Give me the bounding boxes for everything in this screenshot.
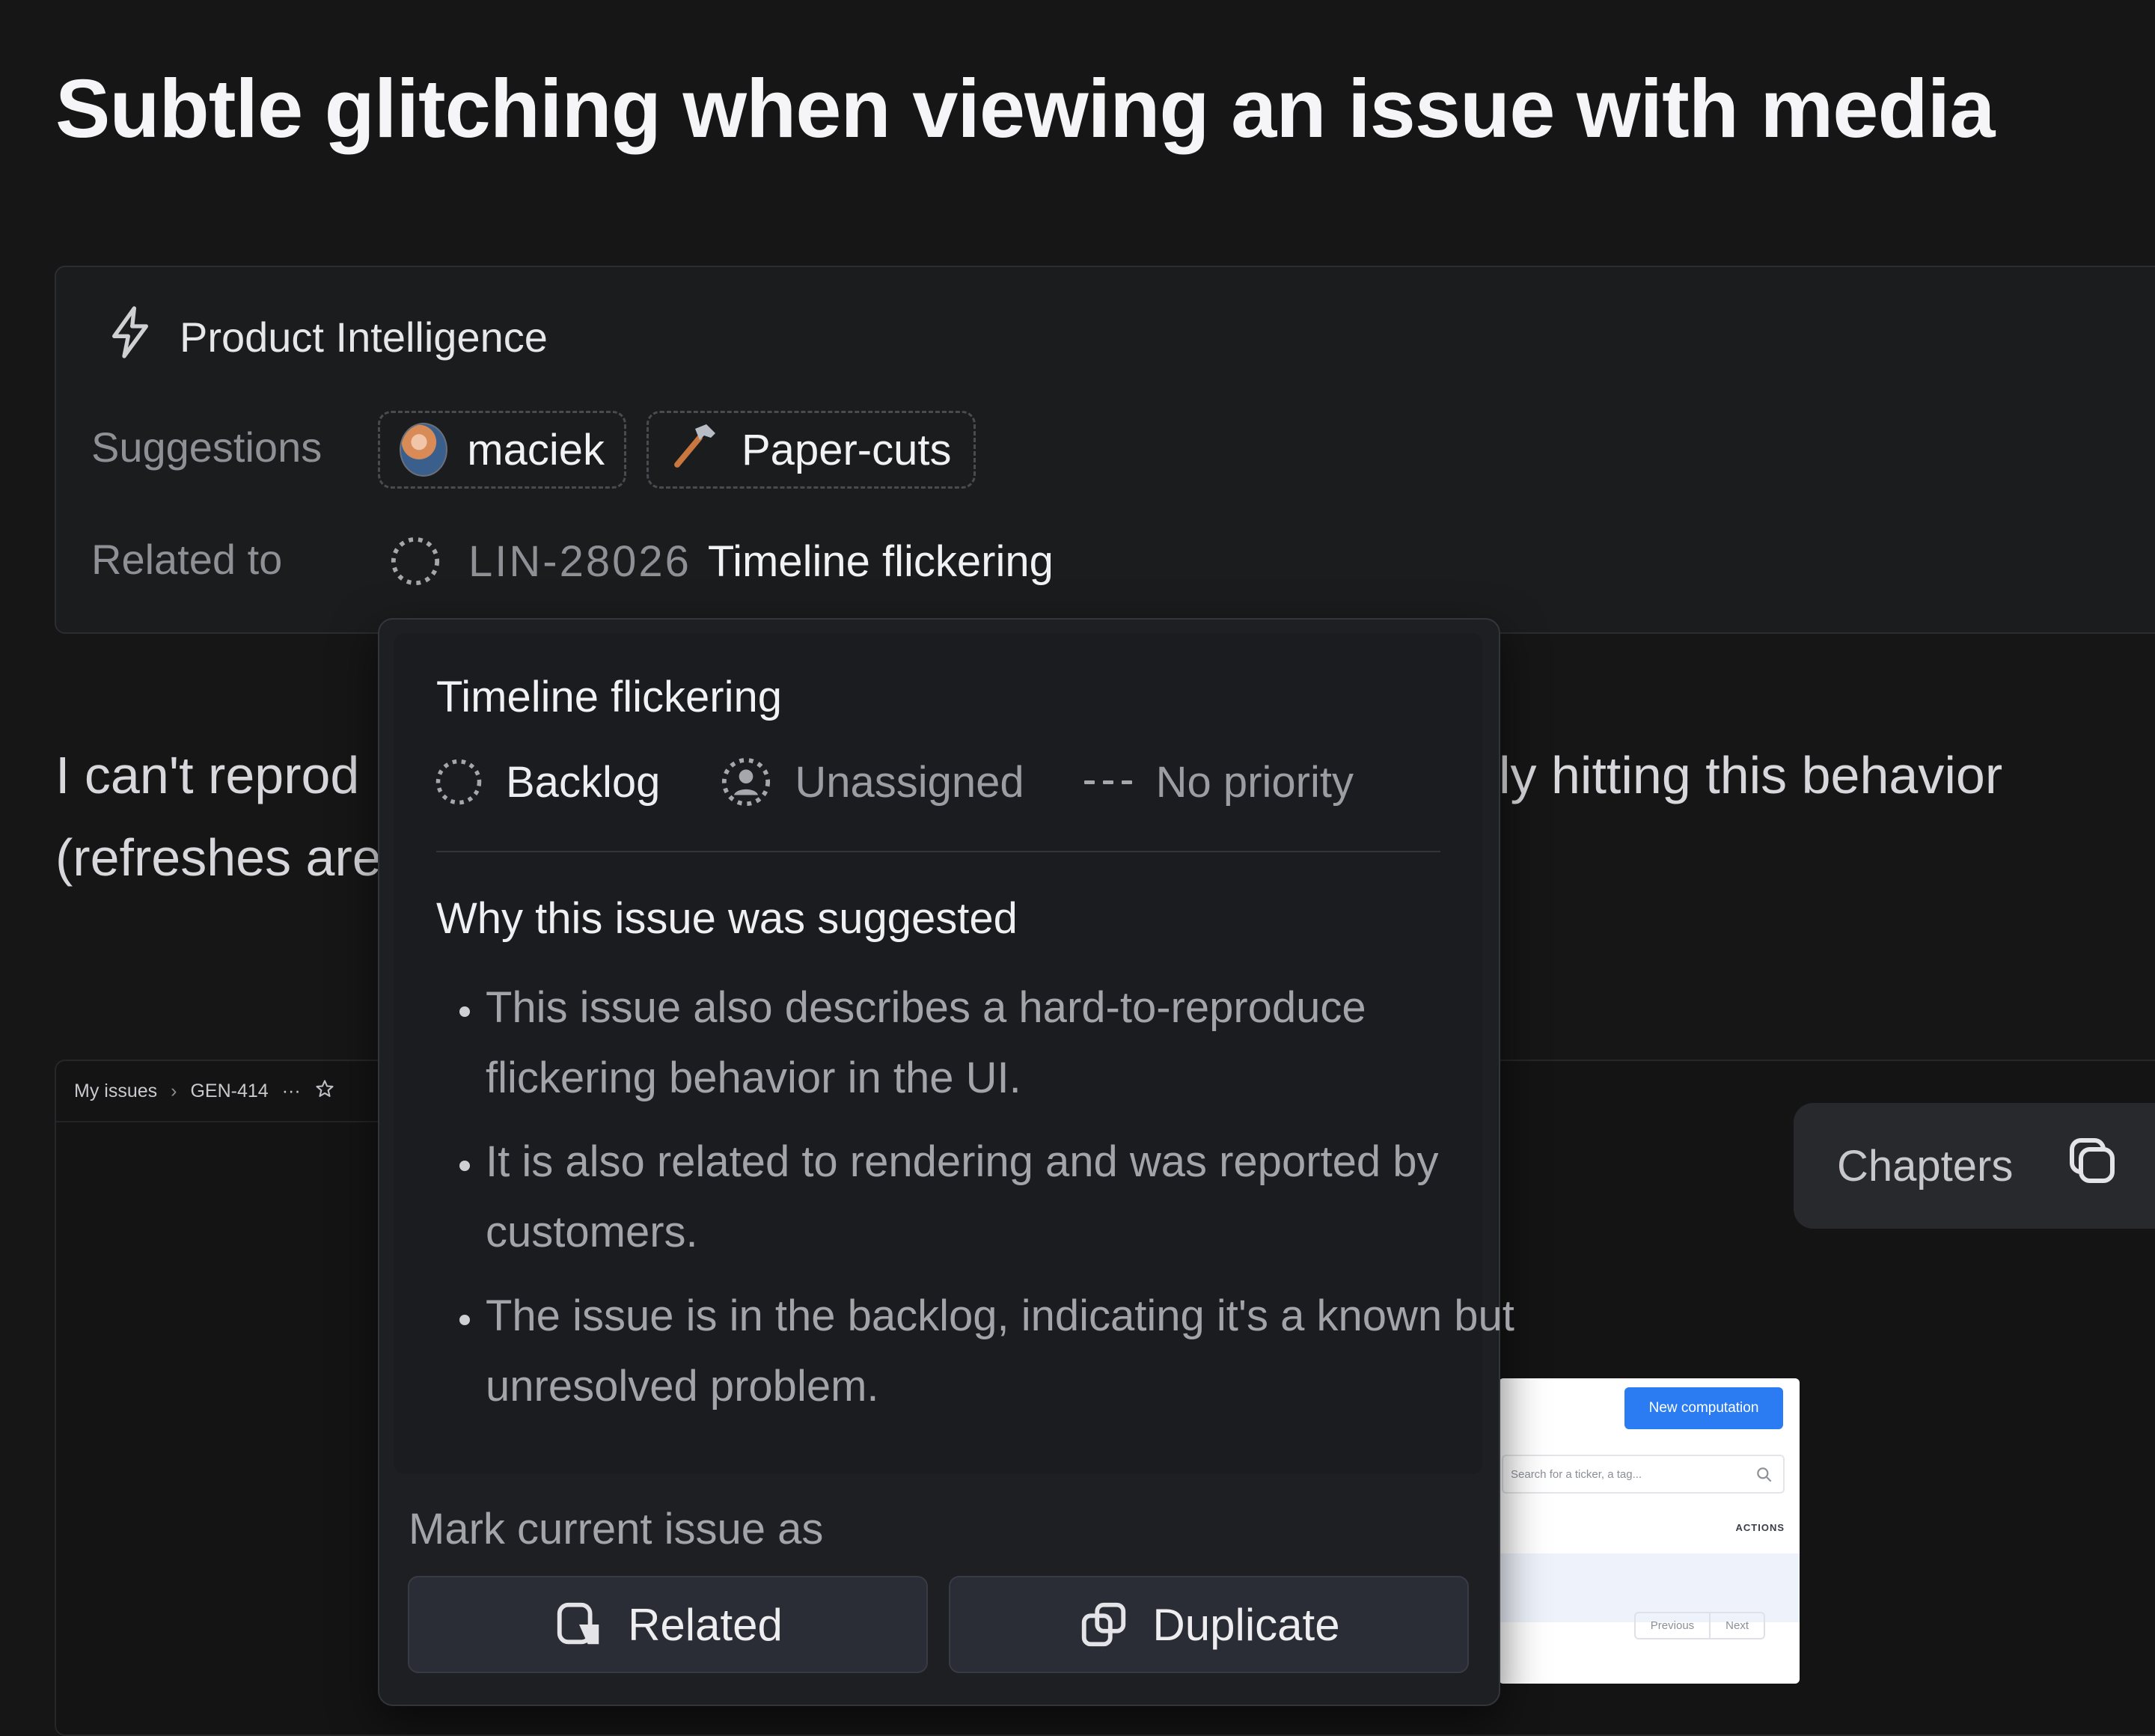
avatar <box>400 423 448 477</box>
related-button-label: Related <box>628 1599 783 1650</box>
related-issue-id: LIN-28026 <box>468 537 691 586</box>
unassigned-user-icon <box>720 756 772 808</box>
suggestions-label: Suggestions <box>91 424 323 471</box>
media-thumbnail: New computation Search for a ticker, a t… <box>1499 1378 1800 1684</box>
mark-current-issue-label: Mark current issue as <box>409 1505 824 1553</box>
related-issue-title: Timeline flickering <box>707 537 1054 586</box>
related-icon <box>553 1598 605 1651</box>
suggested-label-chip[interactable]: Paper-cuts <box>646 411 976 489</box>
thumb-pager: Previous Next <box>1633 1612 1765 1639</box>
copy-stack-icon <box>2065 1134 2119 1198</box>
star-icon[interactable] <box>314 1078 335 1104</box>
breadcrumb-my-issues[interactable]: My issues <box>74 1081 157 1102</box>
status-label: Backlog <box>506 757 661 807</box>
reason-item: The issue is in the backlog, indicating … <box>486 1281 1518 1422</box>
chevron-right-icon: › <box>171 1080 177 1101</box>
thumb-actions-header: ACTIONS <box>1735 1522 1785 1533</box>
lightning-icon <box>106 305 154 368</box>
thumb-previous: Previous <box>1650 1619 1695 1632</box>
why-suggested-heading: Why this issue was suggested <box>436 894 1018 943</box>
product-intelligence-title: Product Intelligence <box>180 313 548 361</box>
assignee-item: Unassigned <box>720 756 1024 808</box>
thumb-search-input: Search for a ticker, a tag... <box>1502 1455 1785 1494</box>
issue-title[interactable]: Subtle glitching when viewing an issue w… <box>55 61 1995 156</box>
backlog-circle-icon <box>389 535 441 587</box>
breadcrumb: My issues › GEN-414 ··· <box>56 1061 385 1122</box>
product-intelligence-header: Product Intelligence <box>106 305 548 368</box>
backlog-circle-icon <box>434 757 483 807</box>
reason-item: This issue also describes a hard-to-repr… <box>486 973 1518 1113</box>
duplicate-icon <box>1078 1598 1130 1651</box>
reason-item: It is also related to rendering and was … <box>486 1127 1518 1268</box>
mark-duplicate-button[interactable]: Duplicate <box>949 1576 1469 1673</box>
no-priority-icon <box>1083 774 1134 789</box>
search-icon <box>1755 1465 1774 1488</box>
more-icon[interactable]: ··· <box>282 1081 301 1102</box>
hammer-icon <box>668 418 722 482</box>
related-to-label: Related to <box>91 536 283 583</box>
popover-meta-row: Backlog Unassigned No priority <box>434 756 1413 808</box>
related-issue-link[interactable]: LIN-28026 Timeline flickering <box>389 535 1054 587</box>
suggested-assignee-chip[interactable]: maciek <box>378 411 626 489</box>
chapters-button[interactable]: Chapters <box>1794 1103 2155 1229</box>
suggested-label-name: Paper-cuts <box>742 425 952 474</box>
new-computation-button: New computation <box>1624 1387 1783 1429</box>
description-line-1-start: I can't reprod <box>55 746 360 804</box>
status-item: Backlog <box>434 757 660 807</box>
description-line-1-end: ly hitting this behavior <box>1499 746 2003 804</box>
breadcrumb-issue-id[interactable]: GEN-414 <box>190 1081 268 1102</box>
chapters-label: Chapters <box>1837 1141 2014 1191</box>
priority-item: No priority <box>1083 757 1354 807</box>
description-line-2-start: (refreshes are <box>55 828 382 887</box>
thumb-search-placeholder: Search for a ticker, a tag... <box>1511 1467 1642 1481</box>
popover-divider <box>436 851 1440 852</box>
suggested-assignee-name: maciek <box>467 425 605 474</box>
mark-related-button[interactable]: Related <box>408 1576 928 1673</box>
suggestion-reasons: This issue also describes a hard-to-repr… <box>436 973 1518 1435</box>
assignee-label: Unassigned <box>795 757 1024 807</box>
priority-label: No priority <box>1155 757 1354 807</box>
thumb-next: Next <box>1709 1613 1764 1638</box>
duplicate-button-label: Duplicate <box>1152 1599 1340 1650</box>
popover-issue-title: Timeline flickering <box>436 673 782 721</box>
